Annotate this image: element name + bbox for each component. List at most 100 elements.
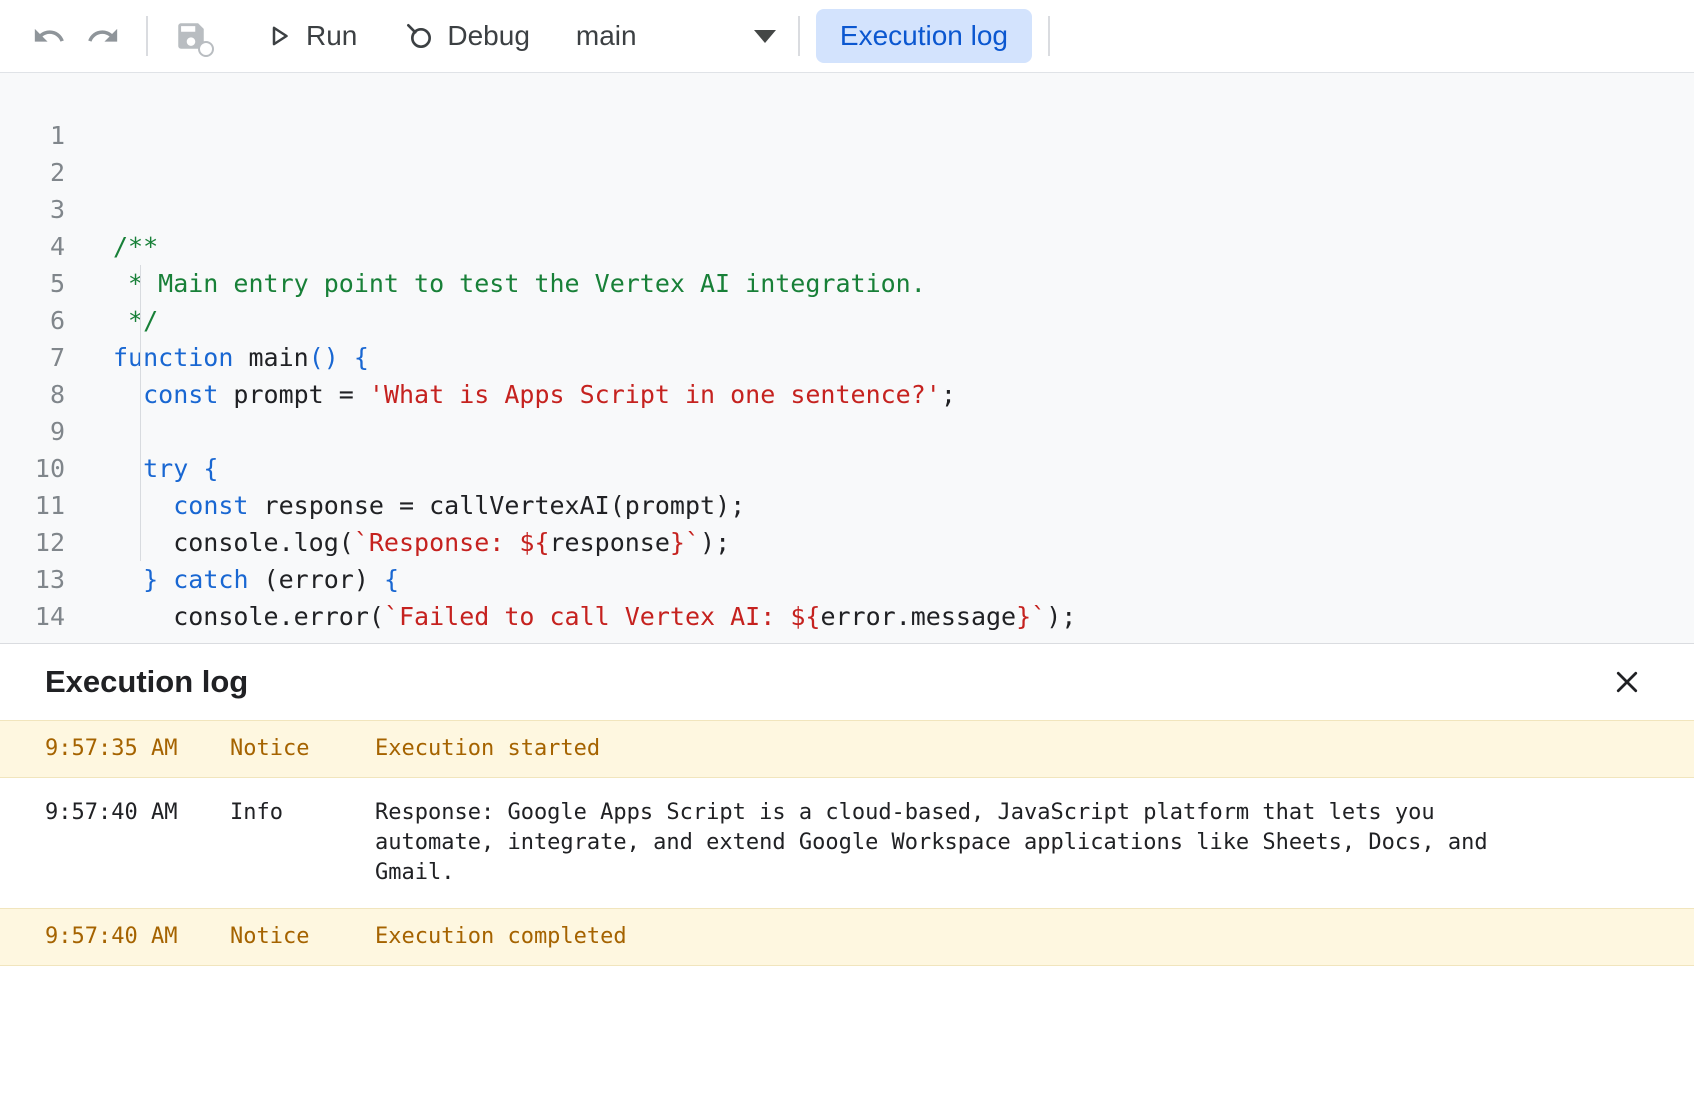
- function-select[interactable]: main: [564, 12, 782, 60]
- line-number: 14: [0, 598, 65, 635]
- code-token: [113, 454, 143, 483]
- code-token: `Response: ${: [354, 528, 550, 557]
- code-line[interactable]: function main() {: [113, 339, 1694, 376]
- code-line[interactable]: }: [113, 635, 1694, 643]
- code-line[interactable]: console.error(`Failed to call Vertex AI:…: [113, 598, 1694, 635]
- code-token: [113, 380, 143, 409]
- code-token: const: [143, 380, 218, 409]
- code-token: console.error(: [113, 602, 384, 631]
- code-line[interactable]: console.log(`Response: ${response}`);: [113, 524, 1694, 561]
- code-line[interactable]: const response = callVertexAI(prompt);: [113, 487, 1694, 524]
- debug-button[interactable]: Debug: [391, 12, 542, 60]
- execution-log-rows: 9:57:35 AMNoticeExecution started9:57:40…: [0, 720, 1694, 966]
- code-line[interactable]: */: [113, 302, 1694, 339]
- line-number: 2: [0, 154, 65, 191]
- code-token: /**: [113, 232, 158, 261]
- code-token: console.log(: [113, 528, 354, 557]
- log-level: Notice: [230, 922, 375, 952]
- code-token: }: [143, 639, 158, 643]
- code-line[interactable]: const prompt = 'What is Apps Script in o…: [113, 376, 1694, 413]
- code-token: [158, 565, 173, 594]
- code-token: }`: [1016, 602, 1046, 631]
- code-token: ;: [941, 380, 956, 409]
- log-entry-notice: 9:57:35 AMNoticeExecution started: [0, 720, 1694, 778]
- run-button[interactable]: Run: [252, 12, 369, 60]
- function-select-value: main: [576, 20, 637, 52]
- code-token: }`: [670, 528, 700, 557]
- log-level: Notice: [230, 734, 375, 764]
- code-token: [113, 565, 143, 594]
- code-token: }: [143, 565, 158, 594]
- code-token: function: [113, 343, 233, 372]
- run-icon: [264, 21, 294, 51]
- log-message: Execution started: [375, 734, 1500, 764]
- undo-icon: [32, 19, 66, 53]
- code-token: const: [173, 491, 248, 520]
- log-message: Execution completed: [375, 922, 1500, 952]
- code-line[interactable]: try {: [113, 450, 1694, 487]
- line-number: 10: [0, 450, 65, 487]
- code-token: prompt =: [218, 380, 369, 409]
- save-project-button[interactable]: [168, 13, 214, 59]
- code-token: response: [550, 528, 670, 557]
- code-area[interactable]: /** * Main entry point to test the Verte…: [90, 73, 1694, 643]
- code-token: {: [354, 343, 369, 372]
- toolbar: Run Debug main Execution log: [0, 0, 1694, 73]
- code-token: catch: [173, 565, 248, 594]
- code-line[interactable]: * Main entry point to test the Vertex AI…: [113, 265, 1694, 302]
- line-number: 9: [0, 413, 65, 450]
- line-number: 4: [0, 228, 65, 265]
- execution-log-panel: Execution log 9:57:35 AMNoticeExecution …: [0, 644, 1694, 966]
- code-token: {: [203, 454, 218, 483]
- execution-log-button[interactable]: Execution log: [816, 9, 1032, 63]
- line-number: 1: [0, 117, 65, 154]
- log-level: Info: [230, 798, 375, 828]
- code-line[interactable]: /**: [113, 228, 1694, 265]
- close-button[interactable]: [1606, 661, 1648, 703]
- log-timestamp: 9:57:35 AM: [45, 734, 230, 764]
- log-timestamp: 9:57:40 AM: [45, 922, 230, 952]
- debug-icon: [403, 20, 435, 52]
- redo-button[interactable]: [80, 13, 126, 59]
- chevron-down-icon: [754, 30, 776, 43]
- line-number: 5: [0, 265, 65, 302]
- line-number: 13: [0, 561, 65, 598]
- code-line[interactable]: [113, 413, 1694, 450]
- code-token: error.message: [820, 602, 1016, 631]
- close-icon: [1612, 667, 1642, 697]
- code-token: (): [309, 343, 339, 372]
- line-number: 8: [0, 376, 65, 413]
- code-token: 'What is Apps Script in one sentence?': [369, 380, 941, 409]
- save-status-badge: [198, 41, 214, 57]
- code-token: {: [384, 565, 399, 594]
- code-token: response = callVertexAI(prompt);: [248, 491, 745, 520]
- debug-label: Debug: [447, 20, 530, 52]
- code-line[interactable]: } catch (error) {: [113, 561, 1694, 598]
- log-entry-notice: 9:57:40 AMNoticeExecution completed: [0, 908, 1694, 966]
- undo-button[interactable]: [26, 13, 72, 59]
- line-number: 12: [0, 524, 65, 561]
- redo-icon: [86, 19, 120, 53]
- log-message: Response: Google Apps Script is a cloud-…: [375, 798, 1500, 888]
- code-token: `Failed to call Vertex AI: ${: [384, 602, 821, 631]
- line-number: 11: [0, 487, 65, 524]
- execution-log-header: Execution log: [0, 644, 1694, 720]
- code-token: try: [143, 454, 188, 483]
- log-entry-info: 9:57:40 AMInfoResponse: Google Apps Scri…: [0, 778, 1694, 908]
- code-token: [113, 639, 143, 643]
- line-number: 7: [0, 339, 65, 376]
- log-timestamp: 9:57:40 AM: [45, 798, 230, 828]
- toolbar-divider: [1048, 16, 1050, 56]
- line-number: 3: [0, 191, 65, 228]
- line-number: 6: [0, 302, 65, 339]
- code-editor[interactable]: 1234567891011121314 /** * Main entry poi…: [0, 73, 1694, 644]
- code-token: [339, 343, 354, 372]
- toolbar-divider: [146, 16, 148, 56]
- code-token: */: [113, 306, 158, 335]
- execution-log-title: Execution log: [45, 664, 248, 700]
- toolbar-divider: [798, 16, 800, 56]
- code-token: [113, 491, 173, 520]
- code-token: (error): [249, 565, 384, 594]
- code-token: [188, 454, 203, 483]
- code-token: );: [1046, 602, 1076, 631]
